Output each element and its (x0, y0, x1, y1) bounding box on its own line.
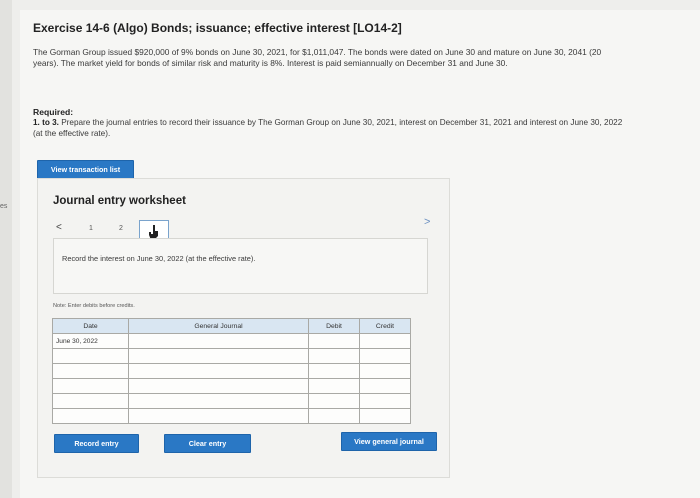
account-cell[interactable] (128, 393, 309, 409)
account-cell[interactable] (128, 333, 309, 349)
journal-header-row: Date General Journal Debit Credit (52, 318, 411, 334)
exercise-title: Exercise 14-6 (Algo) Bonds; issuance; ef… (33, 21, 402, 35)
table-row: June 30, 2022 (52, 333, 411, 349)
date-cell[interactable]: June 30, 2022 (52, 333, 129, 349)
prev-page-icon[interactable]: < (56, 222, 62, 233)
table-row (52, 363, 411, 379)
page-tab-1[interactable]: 1 (89, 225, 93, 232)
view-transaction-list-button[interactable]: View transaction list (37, 160, 134, 179)
header-date: Date (52, 318, 129, 334)
required-body: Prepare the journal entries to record th… (33, 118, 623, 138)
record-entry-button[interactable]: Record entry (54, 434, 139, 453)
debit-cell[interactable] (308, 333, 360, 349)
account-cell[interactable] (128, 408, 309, 424)
date-cell[interactable] (52, 393, 129, 409)
header-credit: Credit (359, 318, 411, 334)
debit-cell[interactable] (308, 378, 360, 394)
header-general-journal: General Journal (128, 318, 309, 334)
debit-cell[interactable] (308, 393, 360, 409)
table-row (52, 393, 411, 409)
credit-cell[interactable] (359, 333, 411, 349)
account-cell[interactable] (128, 378, 309, 394)
table-row (52, 378, 411, 394)
view-general-journal-button[interactable]: View general journal (341, 432, 437, 451)
credit-cell[interactable] (359, 348, 411, 364)
table-row (52, 408, 411, 424)
instruction-text: Record the interest on June 30, 2022 (at… (62, 254, 256, 263)
instruction-box (53, 238, 428, 294)
account-cell[interactable] (128, 348, 309, 364)
exercise-intro: The Gorman Group issued $920,000 of 9% b… (33, 47, 602, 68)
date-cell[interactable] (52, 363, 129, 379)
next-page-icon[interactable]: > (424, 216, 430, 228)
credit-cell[interactable] (359, 393, 411, 409)
debit-cell[interactable] (308, 348, 360, 364)
worksheet-title: Journal entry worksheet (53, 195, 186, 207)
account-cell[interactable] (128, 363, 309, 379)
credit-cell[interactable] (359, 408, 411, 424)
credit-cell[interactable] (359, 378, 411, 394)
credit-cell[interactable] (359, 363, 411, 379)
debit-cell[interactable] (308, 408, 360, 424)
required-prefix: 1. to 3. (33, 118, 59, 127)
debit-cell[interactable] (308, 363, 360, 379)
clear-entry-button[interactable]: Clear entry (164, 434, 251, 453)
table-row (52, 348, 411, 364)
page-tab-2[interactable]: 2 (119, 225, 123, 232)
journal-table: Date General Journal Debit Credit June 3… (52, 318, 411, 424)
date-cell[interactable] (52, 378, 129, 394)
left-panel-edge (0, 0, 12, 498)
required-label: Required: (33, 107, 74, 117)
left-panel-label: es (0, 203, 8, 210)
header-debit: Debit (308, 318, 360, 334)
date-cell[interactable] (52, 408, 129, 424)
date-cell[interactable] (52, 348, 129, 364)
note-text: Note: Enter debits before credits. (53, 303, 135, 309)
required-text: 1. to 3. Prepare the journal entries to … (33, 118, 623, 139)
